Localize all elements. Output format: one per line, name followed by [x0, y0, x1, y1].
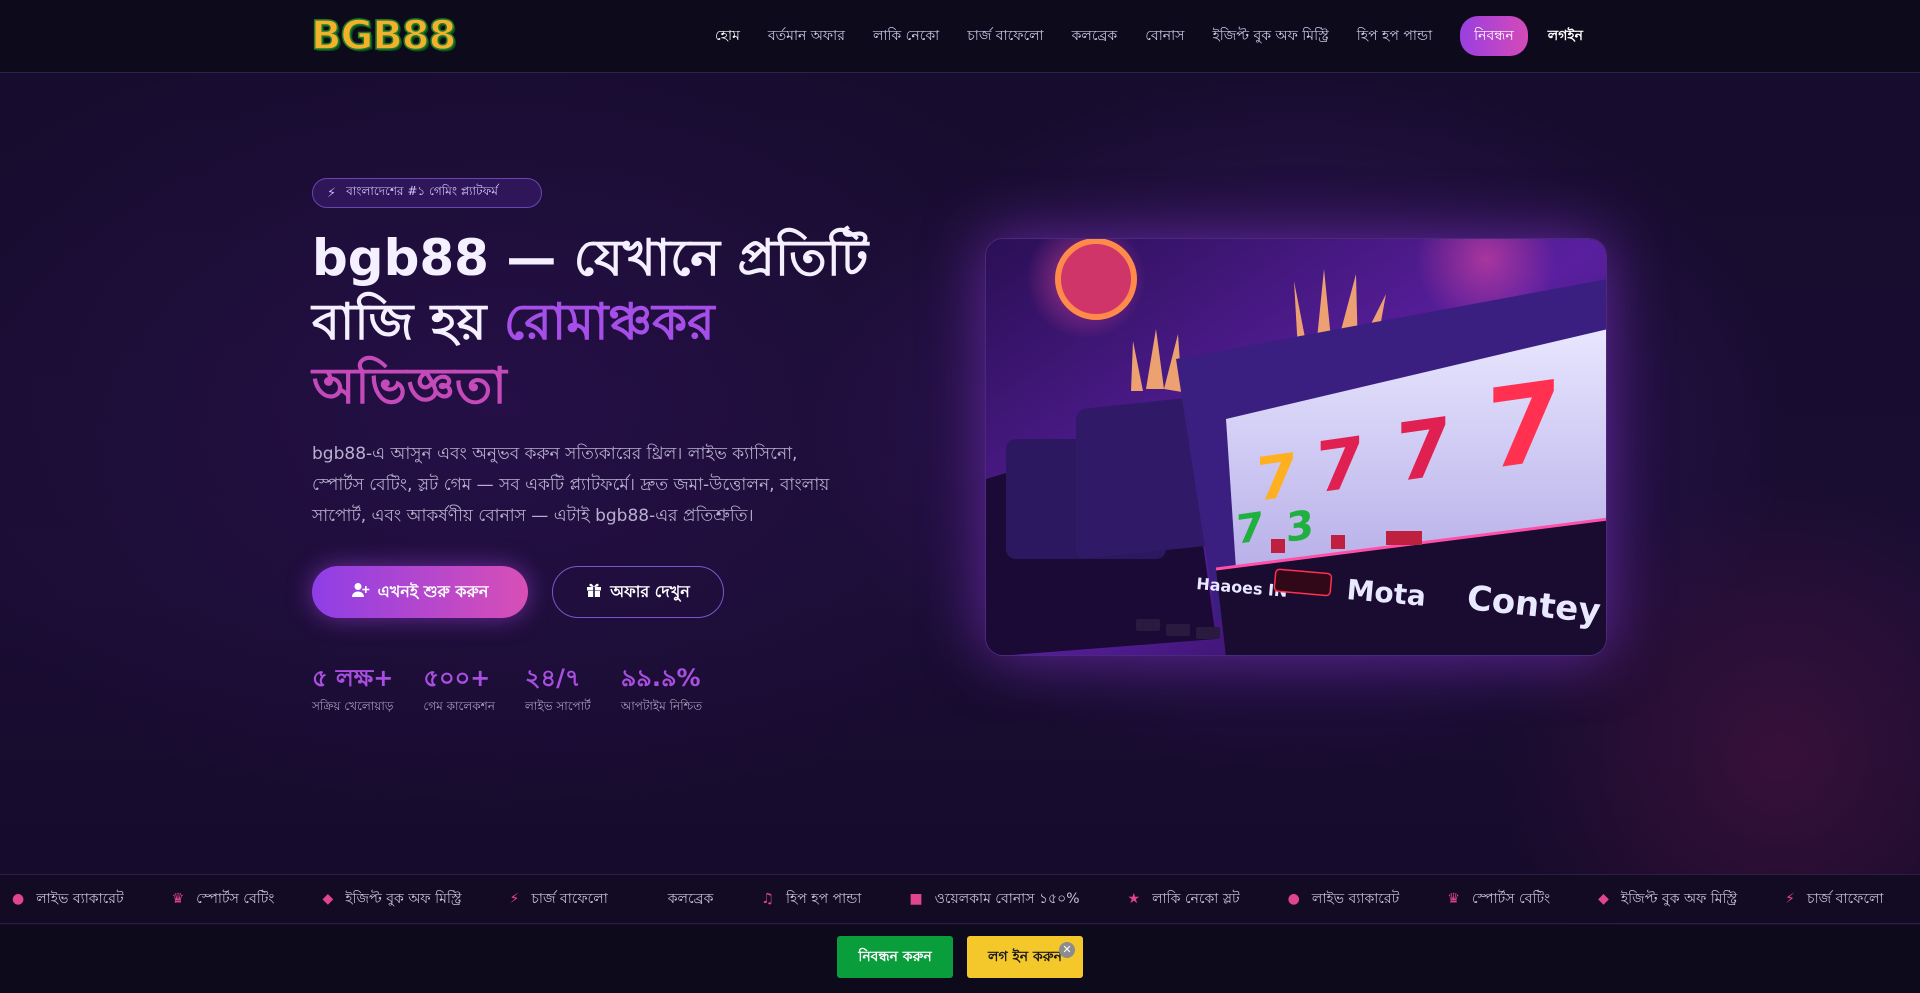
star-icon: ★: [1127, 891, 1141, 907]
stat-value: ২৪/৭: [524, 664, 581, 692]
badge-text: বাংলাদেশের #১ গেমিং প্ল্যাটফর্ম: [346, 184, 498, 198]
hero-title-highlight-2: অভিজ্ঞতা: [312, 357, 507, 415]
stat-value: ৫০০+: [423, 664, 491, 692]
start-now-button[interactable]: এখনই শুরু করুন: [312, 566, 528, 618]
stat-item: ৫০০+ গেম কালেকশন: [423, 662, 495, 718]
hero-title: bgb88 — যেখানে প্রতিটি বাজি হয় রোমাঞ্চক…: [312, 226, 872, 418]
gift-icon: ■: [909, 891, 923, 907]
svg-text:7: 7: [1486, 356, 1563, 495]
site-logo[interactable]: BGB88: [310, 12, 457, 60]
hero-description: bgb88-এ আসুন এবং অনুভব করুন সত্যিকারের থ…: [312, 444, 830, 526]
ticker-label: চার্জ বাফেলো: [1807, 891, 1884, 907]
bolt-icon: ⚡: [327, 185, 337, 201]
gem-icon: ◆: [1598, 891, 1609, 907]
fire-icon: ●: [1287, 891, 1300, 907]
stat-label: গেম কালেকশন: [423, 699, 495, 713]
bottom-action-bar: নিবন্ধন করুন লগ ইন করুন ✕: [0, 925, 1920, 993]
slot-label-2: Mota: [1345, 573, 1427, 613]
svg-text:7: 7: [1396, 399, 1452, 500]
ticker-label: কলব্রেক: [667, 891, 714, 907]
fire-icon: ●: [12, 891, 25, 907]
register-button-bottom[interactable]: নিবন্ধন করুন: [837, 936, 953, 978]
ticker-item[interactable]: ■ ওয়েলকাম বোনাস ১৫০%: [909, 887, 1079, 911]
ticker-label: ওয়েলকাম বোনাস ১৫০%: [934, 891, 1080, 907]
trophy-icon: ♛: [1447, 891, 1460, 907]
stat-label: সক্রিয় খেলোয়াড়: [312, 699, 394, 713]
ticker-item[interactable]: ● লাইভ ব্যাকারেট: [12, 887, 124, 911]
stat-label: আপটাইম নিশ্চিত: [620, 699, 703, 713]
ticker-label: স্পোর্টস বেটিং: [196, 891, 275, 907]
svg-text:7: 7: [1236, 504, 1264, 554]
register-button[interactable]: নিবন্ধন: [1460, 16, 1528, 56]
nav-item[interactable]: হিপ হপ পান্ডা: [1357, 24, 1432, 48]
stat-value: ৫ লক্ষ+: [312, 664, 394, 692]
user-plus-icon: [351, 582, 370, 602]
stat-item: ২৪/৭ লাইভ সাপোর্ট: [525, 662, 591, 718]
nav-item[interactable]: বর্তমান অফার: [768, 24, 845, 48]
ticker-item[interactable]: ◆ ইজিপ্ট বুক অফ মিস্ট্রি: [322, 887, 461, 911]
nav-item[interactable]: কলব্রেক: [1072, 24, 1118, 48]
close-icon[interactable]: ✕: [1059, 942, 1075, 958]
gem-icon: ◆: [322, 891, 334, 907]
ticker-label: লাইভ ব্যাকারেট: [36, 891, 124, 907]
nav-item[interactable]: হোম: [715, 24, 740, 48]
ticker-label: হিপ হপ পান্ডা: [785, 891, 862, 907]
start-now-label: এখনই শুরু করুন: [377, 581, 489, 601]
ticker-item[interactable]: ♛ স্পোর্টস বেটিং: [1447, 887, 1550, 911]
stats-row: ৫ লক্ষ+ সক্রিয় খেলোয়াড় ৫০০+ গেম কালেকশন ২…: [312, 662, 732, 718]
stat-label: লাইভ সাপোর্ট: [524, 699, 591, 713]
main-nav: হোম বর্তমান অফার লাকি নেকো চার্জ বাফেলো কলব্…: [715, 16, 1583, 56]
ticker-item[interactable]: ⚡ চার্জ বাফেলো: [510, 887, 608, 911]
platform-badge: ⚡ বাংলাদেশের #১ গেমিং প্ল্যাটফর্ম: [312, 178, 542, 208]
game-ticker: ● লাইভ ব্যাকারেট ♛ স্পোর্টস বেটিং ◆ ইজিপ্ট বু…: [0, 874, 1920, 924]
nav-item[interactable]: বোনাস: [1145, 24, 1184, 48]
ticker-item[interactable]: ● লাইভ ব্যাকারেট: [1288, 887, 1400, 911]
svg-text:3: 3: [1286, 502, 1314, 552]
ticker-label: লাকি নেকো স্লট: [1152, 891, 1240, 907]
ticker-item[interactable]: ◆ ইজিপ্ট বুক অফ মিস্ট্রি: [1598, 887, 1737, 911]
hero-title-highlight: রোমাঞ্চকর: [503, 293, 715, 351]
svg-text:7: 7: [1316, 421, 1365, 509]
stat-value: ৯৯.৯%: [620, 664, 701, 692]
site-header: BGB88 হোম বর্তমান অফার লাকি নেকো চার্জ বাফে…: [0, 0, 1920, 73]
bolt-icon: ⚡: [1785, 891, 1796, 907]
ticker-label: লাইভ ব্যাকারেট: [1311, 891, 1400, 907]
view-offers-button[interactable]: অফার দেখুন: [552, 566, 724, 618]
gift-icon: [586, 582, 602, 602]
ticker-label: স্পোর্টস বেটিং: [1471, 891, 1551, 907]
nav-item[interactable]: ইজিপ্ট বুক অফ মিস্ট্রি: [1212, 24, 1328, 48]
ticker-label: ইজিপ্ট বুক অফ মিস্ট্রি: [1620, 891, 1738, 907]
ticker-item[interactable]: ⚡ চার্জ বাফেলো: [1785, 887, 1883, 911]
nav-item[interactable]: চার্জ বাফেলো: [967, 24, 1043, 48]
ticker-item[interactable]: ♫ হিপ হপ পান্ডা: [761, 887, 861, 911]
slot-machine-image: 7 7 7 7 7 3 Haaoes IN Mota Contey: [985, 238, 1607, 656]
nav-item[interactable]: লাকি নেকো: [873, 24, 939, 48]
page-background: [0, 0, 1920, 993]
stat-item: ৯৯.৯% আপটাইম নিশ্চিত: [621, 662, 702, 718]
ticker-item[interactable]: কলব্রেক: [656, 887, 714, 911]
bolt-icon: ⚡: [509, 891, 520, 907]
ticker-label: ইজিপ্ট বুক অফ মিস্ট্রি: [345, 891, 462, 907]
ticker-item[interactable]: ★ লাকি নেকো স্লট: [1128, 887, 1240, 911]
ticker-item[interactable]: ♛ স্পোর্টস বেটিং: [172, 887, 275, 911]
login-button[interactable]: লগইন: [1548, 24, 1583, 48]
view-offers-label: অফার দেখুন: [610, 581, 690, 601]
trophy-icon: ♛: [171, 891, 185, 907]
music-icon: ♫: [761, 891, 774, 907]
ticker-label: চার্জ বাফেলো: [531, 891, 608, 907]
stat-item: ৫ লক্ষ+ সক্রিয় খেলোয়াড়: [312, 662, 393, 718]
